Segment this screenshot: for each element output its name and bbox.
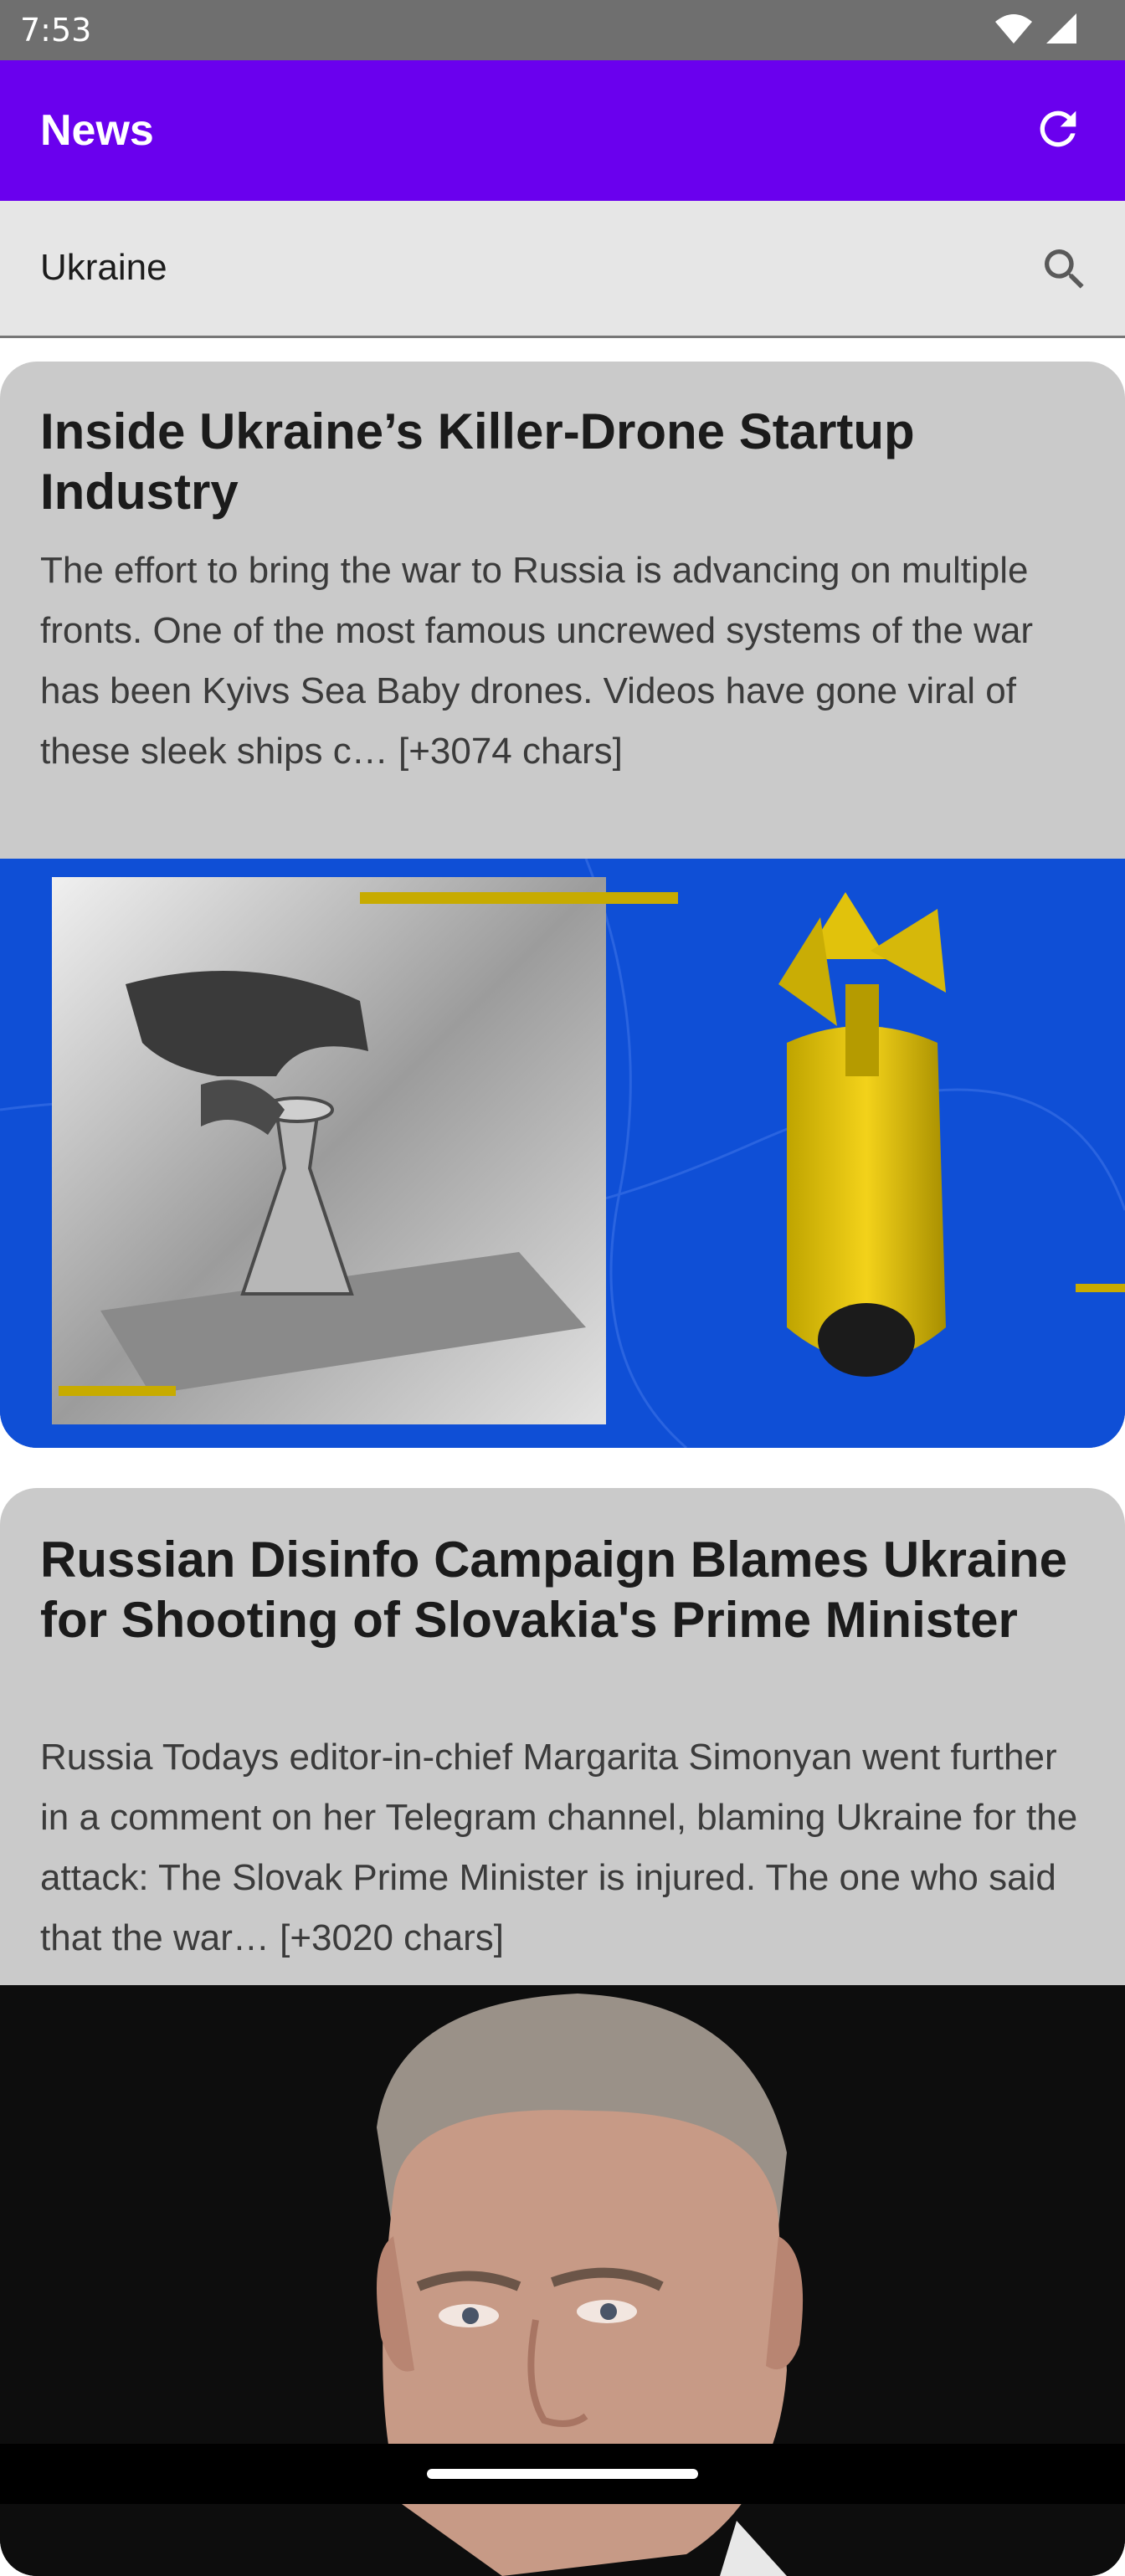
article-description: Russia Todays editor-in-chief Margarita … (40, 1737, 1078, 1958)
refresh-icon (1040, 110, 1076, 147)
status-icons (994, 12, 1078, 45)
article-title: Russian Disinfo Campaign Blames Ukraine … (40, 1532, 1068, 1648)
search-icon (1045, 249, 1084, 289)
article-description: The effort to bring the war to Russia is… (40, 550, 1034, 772)
cellular-signal-icon (1046, 13, 1076, 44)
navigation-bar (0, 2444, 1125, 2504)
article-card[interactable]: Russian Disinfo Campaign Blames Ukraine … (0, 1488, 1125, 2576)
search-bar (0, 201, 1125, 338)
drone-parts-illustration (0, 859, 1125, 1448)
app-bar: News (0, 60, 1125, 201)
article-card[interactable]: Inside Ukraine’s Killer-Drone Startup In… (0, 362, 1125, 1448)
status-bar: 7:53 (0, 0, 1125, 60)
search-input[interactable] (40, 239, 961, 296)
search-button[interactable] (1038, 243, 1092, 296)
app-title: News (40, 106, 154, 155)
wifi-icon (995, 14, 1032, 44)
home-gesture-handle[interactable] (427, 2469, 698, 2479)
article-image (0, 859, 1125, 1448)
refresh-button[interactable] (1031, 102, 1085, 156)
status-time: 7:53 (20, 12, 92, 49)
article-title: Inside Ukraine’s Killer-Drone Startup In… (40, 403, 915, 520)
